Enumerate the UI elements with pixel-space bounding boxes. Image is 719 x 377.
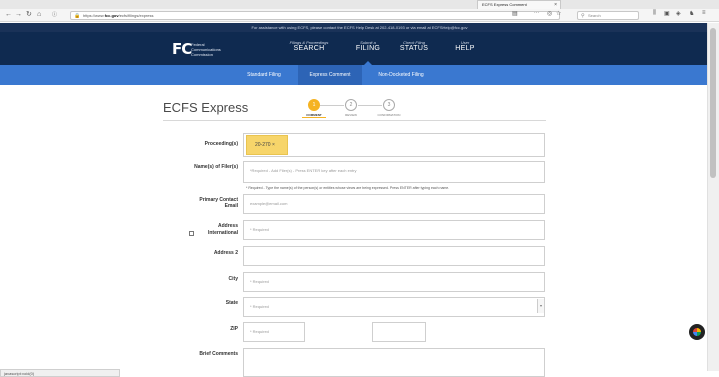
step-1-label: COMMENT	[302, 113, 326, 118]
url-path: /ecfs/filings/express	[118, 13, 154, 18]
step-connector	[358, 105, 382, 106]
home-icon[interactable]: ⌂	[37, 10, 41, 20]
browser-tab[interactable]: ECFS Express Comment ×	[477, 0, 561, 9]
step-2-label: REVIEW	[345, 113, 357, 117]
forward-icon[interactable]: →	[15, 10, 22, 20]
nav-status[interactable]: Check Filing STATUS	[396, 40, 432, 53]
email-label-line-2: Email	[224, 203, 238, 209]
email-field[interactable]: example@email.com	[243, 194, 545, 214]
comments-textarea[interactable]	[243, 348, 545, 377]
tab-close-icon[interactable]: ×	[554, 1, 557, 9]
scrollbar-thumb[interactable]	[710, 28, 716, 178]
step-1-indicator: 1	[308, 99, 320, 111]
step-3-indicator: 3	[383, 99, 395, 111]
nav-filing-big: FILING	[355, 45, 381, 52]
back-icon[interactable]: ←	[5, 10, 12, 20]
search-placeholder: Search	[588, 13, 601, 18]
status-bar: javascript:void(0)	[0, 369, 120, 377]
url-bar[interactable]: 🔒 https://www.fcc.gov/ecfs/filings/expre…	[70, 11, 560, 20]
sidebar-icon[interactable]: ▣	[664, 10, 670, 17]
search-icon: ⚲	[581, 13, 585, 19]
filers-hint: * Required - Type the name(s) of the per…	[246, 186, 450, 190]
international-label: International	[207, 230, 238, 236]
zip-field[interactable]: * Required	[243, 322, 305, 342]
menu-icon[interactable]: ≡	[702, 10, 706, 16]
nav-search[interactable]: Filings & Proceedings SEARCH	[282, 40, 336, 53]
tab-title: ECFS Express Comment	[482, 2, 527, 7]
step-3-label: CONFIRMATION	[377, 113, 401, 117]
nav-filing[interactable]: Submit a FILING	[348, 40, 388, 53]
search-input[interactable]: ⚲ Search	[577, 11, 639, 20]
nav-help-big: HELP	[455, 45, 475, 52]
chat-icon	[693, 328, 701, 336]
zip-extension-field[interactable]	[372, 322, 426, 342]
help-notice: For assistance with using ECFS, please c…	[0, 23, 719, 32]
site-info-icon[interactable]: ⓘ	[52, 10, 57, 20]
proceeding-label: Proceeding(s)	[204, 141, 238, 147]
bookmark-star-icon[interactable]: ☆	[556, 10, 561, 17]
tab-non-docketed-filing[interactable]: Non-Docketed Filing	[368, 65, 434, 85]
browser-toolbar: ← → ↻ ⌂ ⓘ 🔒 https://www.fcc.gov/ecfs/fil…	[0, 9, 719, 22]
page-title: ECFS Express	[163, 100, 249, 115]
step-connector	[320, 105, 344, 106]
nav-help[interactable]: User HELP	[450, 40, 480, 53]
city-field[interactable]: * Required	[243, 272, 545, 292]
nav-search-big: SEARCH	[293, 45, 325, 52]
pocket-icon[interactable]: ◎	[547, 10, 552, 17]
tab-standard-filing[interactable]: Standard Filing	[238, 65, 290, 85]
agency-name[interactable]: Federal Communications Commission	[191, 42, 243, 57]
proceeding-chip[interactable]: 20-270 ×	[246, 135, 288, 155]
chevron-down-icon[interactable]: ▾	[537, 299, 544, 313]
filers-input[interactable]: *Required - Add Filer(s) - Press ENTER k…	[243, 161, 545, 183]
address2-label: Address 2	[213, 250, 238, 256]
reader-view-icon[interactable]: ▤	[512, 10, 518, 17]
address2-field[interactable]	[243, 246, 545, 266]
city-label: City	[228, 276, 238, 282]
state-select[interactable]: * Required	[243, 297, 545, 317]
zip-label: ZIP	[230, 326, 238, 332]
lock-icon: 🔒	[74, 13, 81, 19]
step-2-indicator: 2	[345, 99, 357, 111]
browser-tab-bar	[0, 0, 719, 9]
filers-label: Name(s) of Filer(s)	[194, 164, 238, 170]
reload-icon[interactable]: ↻	[26, 10, 32, 20]
comments-label: Brief Comments	[199, 351, 238, 357]
shield-icon[interactable]: ◈	[676, 10, 681, 17]
extension-icon[interactable]: ♞	[689, 10, 694, 17]
title-divider	[163, 120, 546, 121]
email-label: Primary Contact Email	[160, 197, 238, 209]
state-label: State	[225, 300, 238, 306]
page-actions-icon[interactable]: ···	[534, 10, 539, 16]
nav-status-big: STATUS	[399, 45, 429, 52]
url-prefix: https://www.	[83, 13, 105, 18]
address-label: Address	[217, 223, 238, 229]
address-field[interactable]: * Required	[243, 220, 545, 240]
tab-express-comment[interactable]: Express Comment	[298, 65, 362, 85]
library-icon[interactable]: ⫼	[653, 10, 656, 17]
proceeding-input[interactable]	[243, 133, 545, 157]
url-domain: fcc.gov	[104, 13, 119, 18]
agency-line-3: Commission	[191, 52, 214, 57]
fcc-logo[interactable]: FC	[172, 40, 192, 58]
